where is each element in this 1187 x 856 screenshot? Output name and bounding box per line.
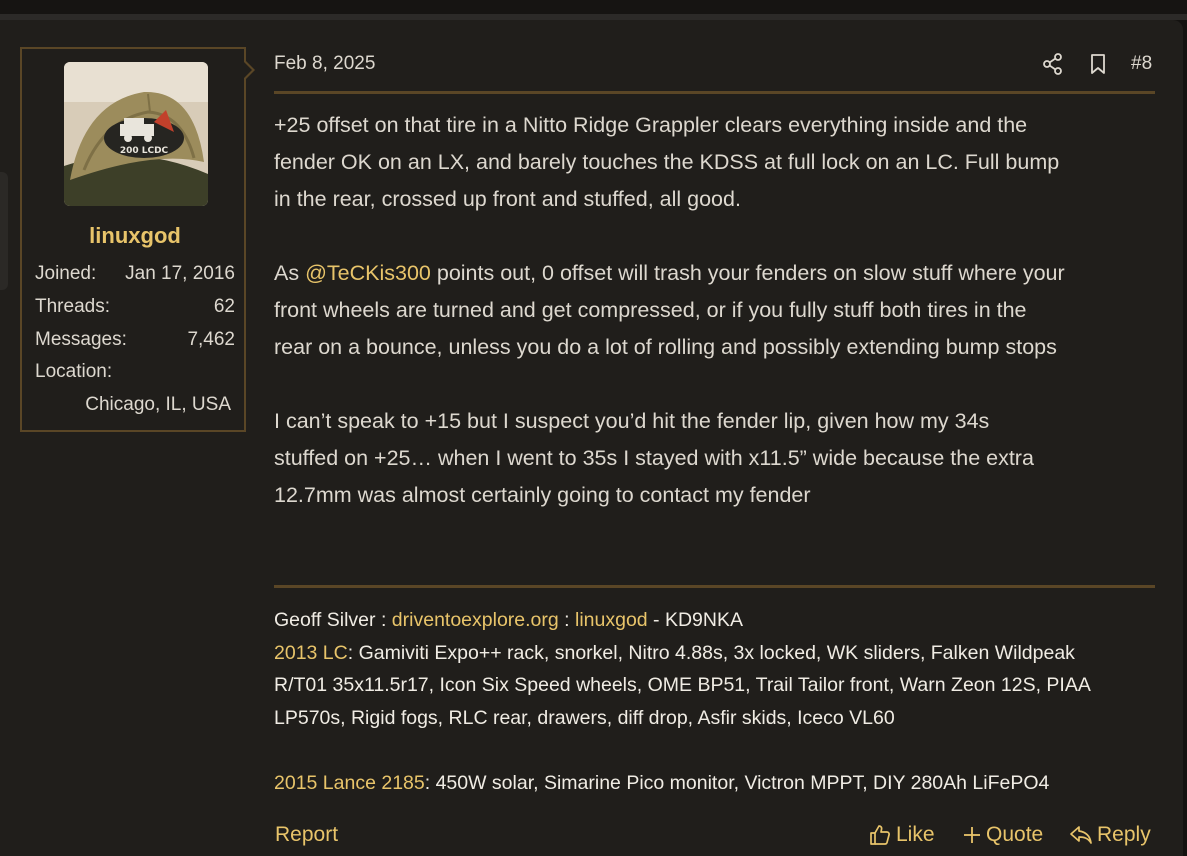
body-line: stuffed on +25… when I went to 35s I sta… xyxy=(274,446,1034,470)
signature-name: Geoff Silver xyxy=(274,609,376,631)
stat-messages: Messages: 7,462 xyxy=(35,329,235,355)
body-line: in the rear, crossed up front and stuffe… xyxy=(274,187,741,211)
avatar-badge-text: 200 LCDC xyxy=(120,146,169,156)
avatar-image: 200 LCDC xyxy=(64,62,208,206)
plus-icon xyxy=(964,827,980,843)
stat-joined: Joined: Jan 17, 2016 xyxy=(35,263,235,289)
messages-value: 7,462 xyxy=(187,329,235,350)
signature-text: : 450W solar, Simarine Pico monitor, Vic… xyxy=(424,771,1050,794)
body-text: As xyxy=(274,261,306,285)
signature-line: 2015 Lance 2185: 450W solar, Simarine Pi… xyxy=(274,767,1159,800)
post-date[interactable]: Feb 8, 2025 xyxy=(274,53,375,75)
top-strip xyxy=(0,0,1187,14)
like-button[interactable]: Like xyxy=(868,823,935,847)
location-value: Chicago, IL, USA xyxy=(85,394,231,415)
joined-label: Joined: xyxy=(35,263,97,284)
signature-divider xyxy=(274,585,1155,588)
threads-value: 62 xyxy=(213,296,235,317)
user-mention-link[interactable]: @TeCKis300 xyxy=(305,261,431,285)
username[interactable]: linuxgod xyxy=(22,223,248,249)
body-line: 12.7mm was almost certainly going to con… xyxy=(274,483,811,507)
reply-button[interactable]: Reply xyxy=(1069,823,1151,847)
profile-link[interactable]: linuxgod xyxy=(575,609,648,631)
signature-line: R/T01 35x11.5r17, Icon Six Speed wheels,… xyxy=(274,674,1091,696)
user-card-arrow-inner xyxy=(244,62,252,78)
callsign: - KD9NKA xyxy=(647,609,743,631)
post-number[interactable]: #8 xyxy=(1131,53,1152,75)
reply-label: Reply xyxy=(1097,823,1151,846)
user-card: 200 LCDC linuxgod Joined: Jan 17, 2016 T… xyxy=(20,47,246,432)
user-avatar[interactable]: 200 LCDC xyxy=(64,62,208,206)
signature-gap xyxy=(274,734,1159,767)
location-label: Location: xyxy=(35,361,113,382)
post-body: +25 offset on that tire in a Nitto Ridge… xyxy=(274,107,1159,514)
like-label: Like xyxy=(896,823,935,846)
reply-arrow-icon xyxy=(1070,826,1092,844)
signature-text: : Gamiviti Expo++ rack, snorkel, Nitro 4… xyxy=(347,641,1075,664)
messages-label: Messages: xyxy=(35,329,127,350)
lc-link[interactable]: 2013 LC xyxy=(274,642,348,664)
separator: : xyxy=(558,609,575,631)
signature: Geoff Silver : driventoexplore.org : lin… xyxy=(274,604,1159,799)
body-line: front wheels are turned and get compress… xyxy=(274,298,1027,322)
body-line: As @TeCKis300 points out, 0 offset will … xyxy=(274,255,1159,292)
report-label: Report xyxy=(275,823,339,846)
bookmark-icon[interactable] xyxy=(1086,52,1110,76)
body-line: fender OK on an LX, and barely touches t… xyxy=(274,150,1060,174)
threads-label: Threads: xyxy=(35,296,110,317)
lance-link[interactable]: 2015 Lance 2185 xyxy=(274,772,425,794)
quote-label: Quote xyxy=(986,823,1044,846)
separator: : xyxy=(375,609,392,631)
signature-line: 2013 LC: Gamiviti Expo++ rack, snorkel, … xyxy=(274,637,1159,670)
side-tab[interactable] xyxy=(0,172,8,290)
quote-button[interactable]: Quote xyxy=(962,823,1043,847)
report-button[interactable]: Report xyxy=(275,823,338,847)
stat-threads: Threads: 62 xyxy=(35,296,235,322)
share-icon[interactable] xyxy=(1041,52,1065,76)
header-divider xyxy=(274,91,1155,94)
thumbs-up-icon xyxy=(870,825,890,845)
body-text: points out, 0 offset will trash your fen… xyxy=(430,261,1065,285)
signature-line: Geoff Silver : driventoexplore.org : lin… xyxy=(274,604,1159,637)
body-line: +25 offset on that tire in a Nitto Ridge… xyxy=(274,113,1028,137)
body-line: rear on a bounce, unless you do a lot of… xyxy=(274,335,1057,359)
body-line: I can’t speak to +15 but I suspect you’d… xyxy=(274,409,990,433)
site-link[interactable]: driventoexplore.org xyxy=(392,609,559,631)
stat-location: Location: xyxy=(35,361,235,387)
joined-value: Jan 17, 2016 xyxy=(125,263,235,284)
signature-line: LP570s, Rigid fogs, RLC rear, drawers, d… xyxy=(274,706,895,729)
